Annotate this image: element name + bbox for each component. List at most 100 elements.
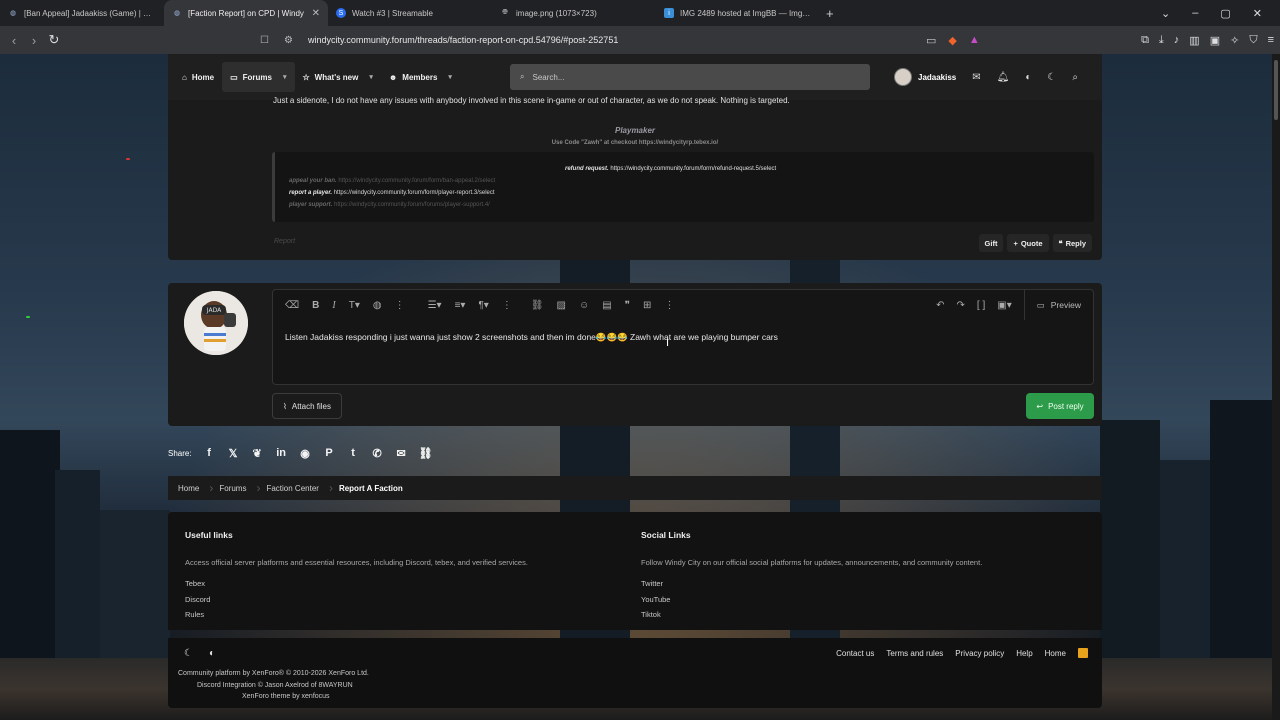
attach-files-button[interactable]: ⌇ Attach files	[272, 393, 342, 419]
gift-button[interactable]: Gift	[978, 234, 1004, 252]
breadcrumb-item[interactable]: Report A Faction	[329, 476, 413, 500]
search-input[interactable]: ⌕ Search...	[510, 64, 870, 90]
footer-link[interactable]: Twitter	[641, 579, 982, 595]
footer-link[interactable]: Terms and rules	[886, 649, 943, 658]
paragraph-icon[interactable]: ¶▾	[478, 300, 488, 311]
x-icon[interactable]: 𝕏	[227, 447, 240, 460]
nav-members[interactable]: ☻ Members ▾	[381, 62, 460, 92]
extension-icon[interactable]: ⧉	[1141, 34, 1149, 47]
bbcode-icon[interactable]: [ ]	[977, 300, 985, 311]
bell-icon[interactable]: 🔔︎	[997, 72, 1010, 83]
reload-icon[interactable]: ↻	[44, 32, 64, 48]
scrollbar-thumb[interactable]	[1274, 60, 1278, 120]
site-info-icon[interactable]: ⚙	[284, 35, 308, 46]
whatsapp-icon[interactable]: ✆	[371, 447, 384, 460]
leo-ai-icon[interactable]: ✧	[1230, 34, 1239, 47]
quote-link[interactable]: https://windycity.community.forum/form/b…	[338, 178, 495, 184]
close-window-icon[interactable]: ✕	[1253, 7, 1262, 20]
browser-tab[interactable]: i IMG 2489 hosted at ImgBB — ImgBB	[656, 0, 820, 26]
pinterest-icon[interactable]: P	[323, 447, 336, 459]
nav-forums[interactable]: ▭ Forums ▾	[222, 62, 295, 92]
footer-link[interactable]: Home	[1045, 649, 1066, 658]
more-options-icon[interactable]: ⋮	[395, 300, 405, 311]
bookmark-icon[interactable]: ☐	[260, 35, 284, 46]
username[interactable]: Jadaakiss	[918, 73, 956, 82]
preview-button[interactable]: ▭ Preview	[1023, 290, 1093, 320]
footer-link[interactable]: YouTube	[641, 595, 982, 611]
quote-link[interactable]: https://windycity.community.forum/form/r…	[610, 166, 776, 172]
avatar[interactable]	[894, 68, 912, 86]
list-icon[interactable]: ☰▾	[428, 300, 442, 311]
footer-link[interactable]: Privacy policy	[955, 649, 1004, 658]
chevron-down-icon[interactable]: ▾	[448, 73, 452, 81]
music-icon[interactable]: ♪	[1174, 34, 1180, 46]
wallet-icon[interactable]: ▣	[1210, 34, 1220, 47]
quote-link[interactable]: https://windycity.community.forum/form/p…	[334, 190, 495, 196]
report-link[interactable]: Report	[274, 238, 295, 245]
font-size-icon[interactable]: T▾	[349, 300, 360, 311]
quote-button[interactable]: + Quote	[1007, 234, 1049, 252]
bluesky-icon[interactable]: ❦	[251, 447, 264, 460]
footer-link[interactable]: Discord	[185, 595, 528, 611]
reddit-icon[interactable]: ◉	[299, 447, 312, 460]
brave-shield-icon[interactable]: ◆	[948, 34, 956, 47]
browser-tab-active[interactable]: ◍ [Faction Report] on CPD | Windy ✕	[164, 0, 328, 26]
tumblr-icon[interactable]: t	[347, 447, 360, 459]
chevron-down-icon[interactable]: ▾	[369, 73, 373, 81]
breadcrumb-item[interactable]: Home	[168, 476, 214, 500]
table-icon[interactable]: ⊞	[643, 300, 651, 311]
nav-home[interactable]: ⌂ Home	[174, 62, 222, 92]
breadcrumb-item[interactable]: Forums	[209, 476, 260, 500]
browser-tab[interactable]: ◍ [Ban Appeal] Jadaakiss (Game) | Wind	[0, 0, 164, 26]
image-icon[interactable]: ▨	[557, 300, 566, 311]
download-icon[interactable]: ⤓	[1159, 34, 1164, 47]
emoji-icon[interactable]: ☺	[579, 300, 589, 311]
address-bar[interactable]: ☐ ⚙ windycity.community.forum/threads/fa…	[252, 29, 998, 51]
reply-button[interactable]: ❝ Reply	[1052, 234, 1092, 252]
breadcrumb-item[interactable]: Faction Center	[256, 476, 333, 500]
editor-content[interactable]: Listen Jadakiss responding i just wanna …	[285, 332, 778, 343]
palette-icon[interactable]: ◍	[373, 300, 382, 311]
moon-icon[interactable]: ☾	[184, 648, 193, 659]
footer-link[interactable]: Help	[1016, 649, 1032, 658]
minimize-icon[interactable]: –	[1192, 7, 1198, 19]
quote-icon[interactable]: ❞	[625, 300, 630, 311]
facebook-icon[interactable]: f	[203, 447, 216, 459]
bold-icon[interactable]: B	[312, 300, 319, 311]
media-icon[interactable]: ▤	[602, 300, 611, 311]
close-tab-icon[interactable]: ✕	[312, 8, 320, 19]
redo-icon[interactable]: ↷	[957, 300, 965, 311]
post-reply-button[interactable]: ↩ Post reply	[1026, 393, 1094, 419]
back-icon[interactable]: ‹	[4, 33, 24, 48]
footer-link[interactable]: Tebex	[185, 579, 528, 595]
cast-icon[interactable]: ▭	[926, 34, 936, 47]
scrollbar[interactable]	[1272, 54, 1280, 720]
browser-tab[interactable]: S Watch #3 | Streamable	[328, 0, 492, 26]
drafts-icon[interactable]: ▣▾	[997, 300, 1011, 311]
search-icon[interactable]: ⌕	[1072, 72, 1078, 83]
chevron-down-icon[interactable]: ▾	[283, 73, 287, 81]
sidebar-icon[interactable]: ▥	[1189, 34, 1199, 47]
footer-link[interactable]: Contact us	[836, 649, 874, 658]
rewards-icon[interactable]: ▲	[969, 34, 980, 46]
align-icon[interactable]: ≡▾	[455, 300, 466, 311]
nav-whats-new[interactable]: ☆ What's new ▾	[295, 62, 381, 92]
forward-icon[interactable]: ›	[24, 33, 44, 48]
quote-link[interactable]: https://windycity.community.forum/forums…	[334, 202, 490, 208]
more-options-icon[interactable]: ⋮	[502, 300, 512, 311]
linkedin-icon[interactable]: in	[275, 447, 288, 459]
moon-icon[interactable]: ☾	[1047, 72, 1056, 83]
browser-tab[interactable]: 🌐︎ image.png (1073×723)	[492, 0, 656, 26]
inbox-icon[interactable]: ✉	[972, 72, 980, 83]
vpn-icon[interactable]: ⛉	[1249, 34, 1257, 47]
link-icon[interactable]: ⛓	[419, 447, 433, 460]
message-editor[interactable]: ⌫ B I T▾ ◍ ⋮ ☰▾ ≡▾ ¶▾ ⋮ ⛓ ▨ ☺ ▤ ❞ ⊞ ⋮ ↶ …	[272, 289, 1094, 385]
more-options-icon[interactable]: ⋮	[664, 300, 674, 311]
maximize-icon[interactable]: ▢	[1220, 7, 1230, 20]
theme-toggle-icon[interactable]: ◐	[209, 648, 215, 659]
eraser-icon[interactable]: ⌫	[285, 300, 299, 311]
footer-link[interactable]: Tiktok	[641, 610, 982, 626]
menu-icon[interactable]: ≡	[1268, 34, 1274, 46]
rss-icon[interactable]	[1078, 648, 1088, 658]
tab-search-icon[interactable]: ⌄	[1161, 7, 1170, 20]
